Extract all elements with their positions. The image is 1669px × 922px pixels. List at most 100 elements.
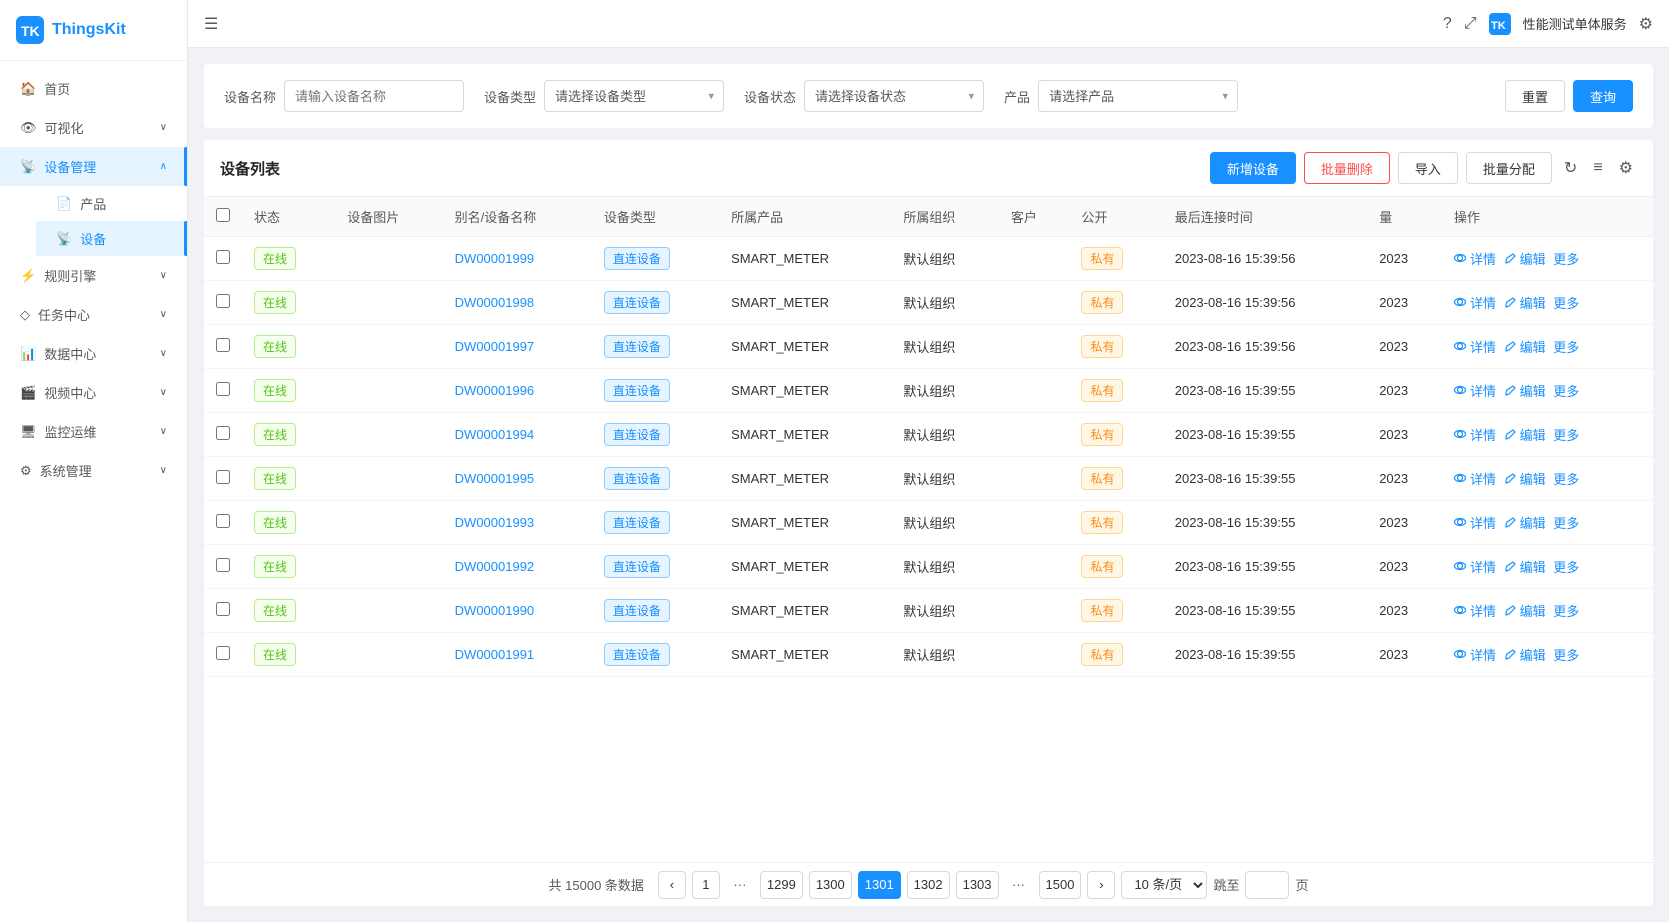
op-more-link[interactable]: 更多 bbox=[1553, 337, 1579, 356]
device-status-label: 设备状态 bbox=[744, 87, 796, 106]
device-name-link[interactable]: DW00001994 bbox=[455, 427, 535, 442]
batch-delete-button[interactable]: 批量删除 bbox=[1304, 152, 1390, 184]
op-detail-link[interactable]: 详情 bbox=[1454, 337, 1496, 356]
op-detail-link[interactable]: 详情 bbox=[1454, 425, 1496, 444]
fullscreen-icon[interactable]: ⤢ bbox=[1464, 15, 1477, 33]
sidebar-item-rule-engine[interactable]: ⚡ 规则引擎 ∨ bbox=[0, 256, 187, 295]
sidebar-item-product[interactable]: 📄 产品 bbox=[36, 186, 187, 221]
query-button[interactable]: 查询 bbox=[1573, 80, 1633, 112]
row-checkbox[interactable] bbox=[216, 250, 230, 264]
op-detail-link[interactable]: 详情 bbox=[1454, 645, 1496, 664]
op-edit-link[interactable]: 编辑 bbox=[1504, 425, 1546, 444]
page-next-button[interactable]: › bbox=[1087, 871, 1115, 899]
op-detail-link[interactable]: 详情 bbox=[1454, 469, 1496, 488]
row-checkbox[interactable] bbox=[216, 514, 230, 528]
product-select[interactable]: 请选择产品 bbox=[1038, 80, 1238, 112]
device-name-link[interactable]: DW00001992 bbox=[455, 559, 535, 574]
batch-assign-button[interactable]: 批量分配 bbox=[1466, 152, 1552, 184]
op-edit-link[interactable]: 编辑 bbox=[1504, 293, 1546, 312]
op-detail-link[interactable]: 详情 bbox=[1454, 513, 1496, 532]
goto-input[interactable] bbox=[1245, 871, 1289, 899]
page-1302-button[interactable]: 1302 bbox=[907, 871, 950, 899]
page-prev-button[interactable]: ‹ bbox=[658, 871, 686, 899]
page-1299-button[interactable]: 1299 bbox=[760, 871, 803, 899]
device-name-link[interactable]: DW00001999 bbox=[455, 251, 535, 266]
row-val: 2023 bbox=[1367, 281, 1442, 325]
op-detail-link[interactable]: 详情 bbox=[1454, 249, 1496, 268]
row-checkbox[interactable] bbox=[216, 602, 230, 616]
per-page-select[interactable]: 10 条/页 20 条/页 50 条/页 bbox=[1121, 871, 1207, 899]
columns-icon[interactable]: ≡ bbox=[1589, 155, 1606, 181]
filter-group-type: 设备类型 请选择设备类型 bbox=[484, 80, 724, 112]
settings-table-icon[interactable]: ⚙ bbox=[1615, 154, 1637, 182]
op-edit-link[interactable]: 编辑 bbox=[1504, 557, 1546, 576]
op-more-link[interactable]: 更多 bbox=[1553, 249, 1579, 268]
edit-icon bbox=[1504, 340, 1516, 352]
op-more-link[interactable]: 更多 bbox=[1553, 645, 1579, 664]
device-name-input[interactable] bbox=[284, 80, 464, 112]
sidebar-item-video-center[interactable]: 🎬 视频中心 ∨ bbox=[0, 373, 187, 412]
device-name-link[interactable]: DW00001993 bbox=[455, 515, 535, 530]
device-name-link[interactable]: DW00001991 bbox=[455, 647, 535, 662]
device-name-link[interactable]: DW00001997 bbox=[455, 339, 535, 354]
op-more-link[interactable]: 更多 bbox=[1553, 425, 1579, 444]
op-edit-link[interactable]: 编辑 bbox=[1504, 645, 1546, 664]
op-edit-link[interactable]: 编辑 bbox=[1504, 337, 1546, 356]
row-checkbox[interactable] bbox=[216, 294, 230, 308]
sidebar-item-data-center[interactable]: 📊 数据中心 ∨ bbox=[0, 334, 187, 373]
row-checkbox[interactable] bbox=[216, 382, 230, 396]
sidebar-item-device-mgmt[interactable]: 📡 设备管理 ∧ bbox=[0, 147, 187, 186]
op-detail-link[interactable]: 详情 bbox=[1454, 601, 1496, 620]
refresh-icon[interactable]: ↻ bbox=[1560, 154, 1581, 182]
op-more-link[interactable]: 更多 bbox=[1553, 513, 1579, 532]
reset-button[interactable]: 重置 bbox=[1505, 80, 1565, 112]
op-detail-link[interactable]: 详情 bbox=[1454, 293, 1496, 312]
row-checkbox[interactable] bbox=[216, 558, 230, 572]
settings-icon[interactable]: ⚙ bbox=[1639, 14, 1653, 34]
device-name-link[interactable]: DW00001995 bbox=[455, 471, 535, 486]
device-type-select[interactable]: 请选择设备类型 bbox=[544, 80, 724, 112]
add-device-button[interactable]: 新增设备 bbox=[1210, 152, 1296, 184]
sidebar-item-home[interactable]: 🏠 首页 bbox=[0, 69, 187, 108]
sidebar-item-task-center[interactable]: ◇ 任务中心 ∨ bbox=[0, 295, 187, 334]
page-1500-button[interactable]: 1500 bbox=[1039, 871, 1082, 899]
th-status: 状态 bbox=[242, 197, 335, 237]
table-row: 在线 DW00001990 直连设备 SMART_METER 默认组织 私有 2… bbox=[204, 589, 1653, 633]
device-name-link[interactable]: DW00001990 bbox=[455, 603, 535, 618]
help-icon[interactable]: ? bbox=[1443, 15, 1452, 33]
op-edit-link[interactable]: 编辑 bbox=[1504, 249, 1546, 268]
select-all-checkbox[interactable] bbox=[216, 208, 230, 222]
row-checkbox-cell bbox=[204, 589, 242, 633]
sidebar-item-visualization[interactable]: 👁 可视化 ∨ bbox=[0, 108, 187, 147]
sidebar-item-device[interactable]: 📡 设备 bbox=[36, 221, 187, 256]
row-checkbox[interactable] bbox=[216, 646, 230, 660]
menu-toggle-icon[interactable]: ☰ bbox=[204, 14, 218, 34]
row-image bbox=[335, 589, 442, 633]
sidebar-item-sys-mgmt[interactable]: ⚙ 系统管理 ∨ bbox=[0, 451, 187, 490]
row-checkbox[interactable] bbox=[216, 338, 230, 352]
row-checkbox[interactable] bbox=[216, 426, 230, 440]
table-row: 在线 DW00001992 直连设备 SMART_METER 默认组织 私有 2… bbox=[204, 545, 1653, 589]
row-org: 默认组织 bbox=[891, 281, 998, 325]
page-1300-button[interactable]: 1300 bbox=[809, 871, 852, 899]
op-detail-link[interactable]: 详情 bbox=[1454, 381, 1496, 400]
op-edit-link[interactable]: 编辑 bbox=[1504, 381, 1546, 400]
device-status-select[interactable]: 请选择设备状态 bbox=[804, 80, 984, 112]
op-detail-link[interactable]: 详情 bbox=[1454, 557, 1496, 576]
op-edit-link[interactable]: 编辑 bbox=[1504, 469, 1546, 488]
device-name-link[interactable]: DW00001998 bbox=[455, 295, 535, 310]
op-more-link[interactable]: 更多 bbox=[1553, 381, 1579, 400]
page-1301-button[interactable]: 1301 bbox=[858, 871, 901, 899]
device-name-link[interactable]: DW00001996 bbox=[455, 383, 535, 398]
op-more-link[interactable]: 更多 bbox=[1553, 469, 1579, 488]
op-edit-link[interactable]: 编辑 bbox=[1504, 601, 1546, 620]
import-button[interactable]: 导入 bbox=[1398, 152, 1458, 184]
row-checkbox[interactable] bbox=[216, 470, 230, 484]
op-more-link[interactable]: 更多 bbox=[1553, 293, 1579, 312]
sidebar-item-monitor[interactable]: 🖥 监控运维 ∨ bbox=[0, 412, 187, 451]
page-1303-button[interactable]: 1303 bbox=[956, 871, 999, 899]
op-more-link[interactable]: 更多 bbox=[1553, 601, 1579, 620]
page-1-button[interactable]: 1 bbox=[692, 871, 720, 899]
op-edit-link[interactable]: 编辑 bbox=[1504, 513, 1546, 532]
op-more-link[interactable]: 更多 bbox=[1553, 557, 1579, 576]
